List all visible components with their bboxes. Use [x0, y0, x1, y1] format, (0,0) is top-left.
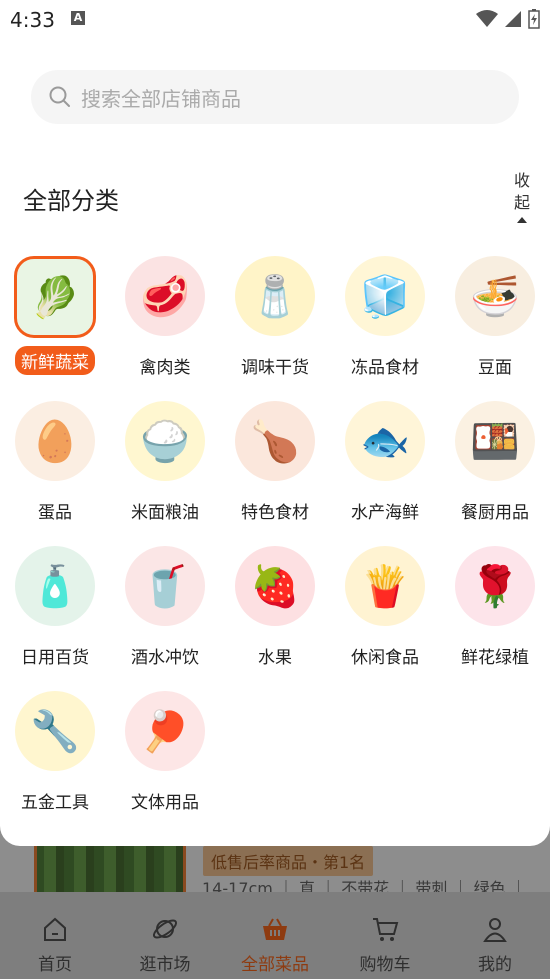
cart-icon	[373, 918, 399, 941]
category-label: 水产海鲜	[351, 503, 419, 523]
category-item[interactable]: 🌹 鲜花绿植	[440, 546, 550, 670]
category-label: 文体用品	[131, 793, 199, 813]
category-label: 新鲜蔬菜	[15, 346, 95, 375]
meat-icon: 🥩	[125, 256, 205, 336]
search-placeholder: 搜索全部店铺商品	[81, 86, 241, 111]
notification-badge-icon: A	[71, 11, 85, 25]
basket-icon	[263, 918, 287, 940]
category-label: 调味干货	[241, 358, 309, 378]
category-item[interactable]: 🥚 蛋品	[0, 401, 110, 525]
daily-goods-icon: 🧴	[15, 546, 95, 626]
nav-market[interactable]: 逛市场	[110, 892, 220, 979]
category-item[interactable]: 🍚 米面粮油	[110, 401, 220, 525]
flowers-icon: 🌹	[455, 546, 535, 626]
product-rank-badge: 低售后率商品・第1名	[203, 846, 374, 876]
category-label: 特色食材	[241, 503, 309, 523]
bottom-navigation: 首页 逛市场 全部菜品 购物车 我的	[0, 892, 550, 979]
category-item[interactable]: 🐟 水产海鲜	[330, 401, 440, 525]
category-item[interactable]: 🔧 五金工具	[0, 691, 110, 815]
category-label: 酒水冲饮	[131, 648, 199, 668]
drinks-icon: 🥤	[125, 546, 205, 626]
category-label: 鲜花绿植	[461, 648, 529, 668]
category-item[interactable]: 🧴 日用百货	[0, 546, 110, 670]
category-label: 禽肉类	[139, 358, 191, 378]
search-bar[interactable]: 搜索全部店铺商品	[31, 70, 519, 124]
category-item[interactable]: 🍟 休闲食品	[330, 546, 440, 670]
home-icon	[44, 917, 66, 941]
collapse-button[interactable]: 收起	[511, 170, 533, 223]
fruit-icon: 🍓	[235, 546, 315, 626]
category-item[interactable]: 🍓 水果	[220, 546, 330, 670]
nav-profile[interactable]: 我的	[440, 892, 550, 979]
seafood-icon: 🐟	[345, 401, 425, 481]
status-bar: 4:33 A	[0, 0, 550, 40]
status-icons	[476, 9, 540, 29]
snacks-icon: 🍟	[345, 546, 425, 626]
search-icon	[49, 86, 70, 107]
nav-label: 首页	[38, 955, 72, 975]
stationery-icon: 🏓	[125, 691, 205, 771]
category-sheet: 4:33 A 搜索全部店铺商品 全部分类 收起 🥬 新鲜蔬菜 🥩 禽肉类 🧂 调…	[0, 0, 550, 846]
category-label: 米面粮油	[131, 503, 199, 523]
category-item[interactable]: 🏓 文体用品	[110, 691, 220, 815]
signal-icon	[505, 11, 521, 27]
hardware-icon: 🔧	[15, 691, 95, 771]
rice-oil-icon: 🍚	[125, 401, 205, 481]
nav-label: 我的	[478, 955, 512, 975]
category-item[interactable]: 🥬 新鲜蔬菜	[0, 256, 110, 375]
specialty-food-icon: 🍗	[235, 401, 315, 481]
seasoning-icon: 🧂	[235, 256, 315, 336]
category-item[interactable]: 🍱 餐厨用品	[440, 401, 550, 525]
nav-cart[interactable]: 购物车	[330, 892, 440, 979]
category-label: 餐厨用品	[461, 503, 529, 523]
collapse-label: 收起	[513, 171, 530, 212]
planet-icon	[152, 919, 178, 939]
status-time: 4:33	[10, 8, 55, 32]
egg-icon: 🥚	[15, 401, 95, 481]
section-title: 全部分类	[23, 187, 119, 215]
wifi-icon	[476, 10, 498, 27]
category-item[interactable]: 🧊 冻品食材	[330, 256, 440, 380]
category-item[interactable]: 🍗 特色食材	[220, 401, 330, 525]
kitchenware-icon: 🍱	[455, 401, 535, 481]
noodles-icon: 🍜	[455, 256, 535, 336]
category-label: 休闲食品	[351, 648, 419, 668]
nav-home[interactable]: 首页	[0, 892, 110, 979]
profile-icon	[483, 918, 507, 942]
chevron-up-icon	[517, 217, 527, 223]
battery-icon	[528, 9, 540, 29]
category-item[interactable]: 🥩 禽肉类	[110, 256, 220, 380]
category-label: 五金工具	[21, 793, 89, 813]
nav-label: 购物车	[359, 955, 411, 975]
category-label: 豆面	[478, 358, 512, 378]
nav-label: 逛市场	[139, 955, 191, 975]
category-item[interactable]: 🍜 豆面	[440, 256, 550, 380]
category-label: 水果	[258, 648, 292, 668]
nav-label: 全部菜品	[241, 955, 309, 975]
frozen-food-icon: 🧊	[345, 256, 425, 336]
category-item[interactable]: 🥤 酒水冲饮	[110, 546, 220, 670]
category-label: 日用百货	[21, 648, 89, 668]
category-item[interactable]: 🧂 调味干货	[220, 256, 330, 380]
category-label: 蛋品	[38, 503, 72, 523]
nav-all-dishes[interactable]: 全部菜品	[220, 892, 330, 979]
vegetables-icon: 🥬	[14, 256, 96, 338]
category-label: 冻品食材	[351, 358, 419, 378]
